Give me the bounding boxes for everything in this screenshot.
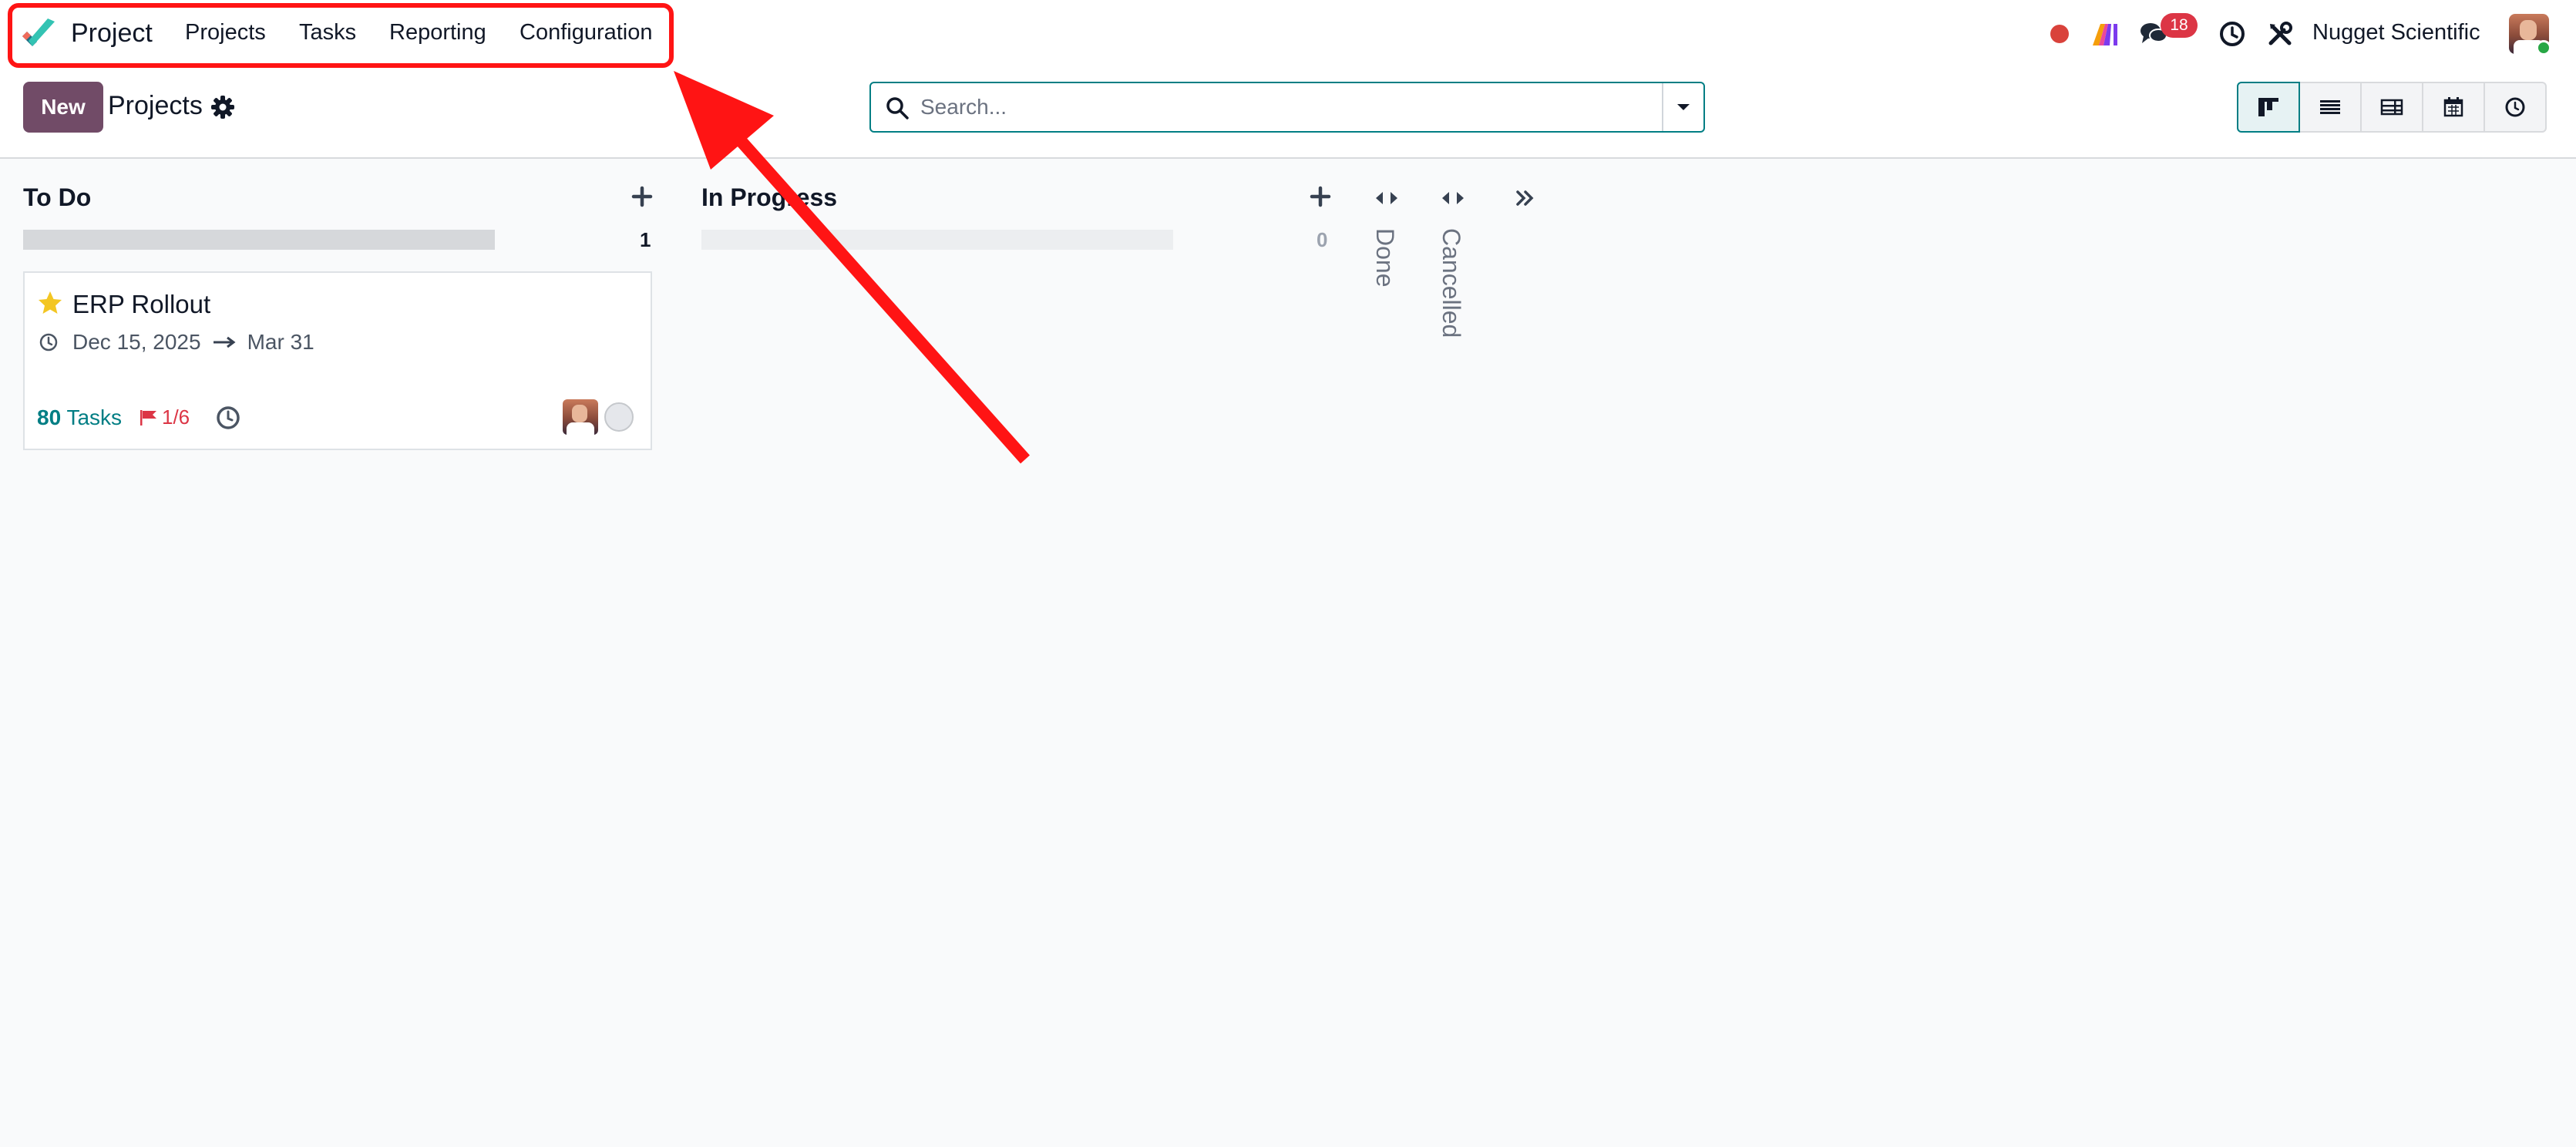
list-view-button[interactable] <box>2299 82 2362 133</box>
control-panel: New Projects <box>0 68 2576 159</box>
start-date: Dec 15, 2025 <box>72 330 201 354</box>
project-card[interactable]: ERP Rollout Dec 15, 2025 Mar 31 80 Tasks… <box>23 271 652 450</box>
column-progress-todo[interactable] <box>23 230 495 250</box>
search-options-toggle[interactable] <box>1662 83 1703 131</box>
search-bar <box>869 82 1705 133</box>
menu-highlight-box <box>8 3 674 68</box>
messages-count-badge: 18 <box>2161 13 2198 38</box>
clock-icon <box>2505 97 2525 117</box>
project-dates: Dec 15, 2025 Mar 31 <box>39 330 325 355</box>
activity-view-button[interactable] <box>2484 82 2547 133</box>
tasks-label: Tasks <box>66 405 123 429</box>
column-count-in-progress: 0 <box>1317 228 1328 251</box>
caret-down-icon <box>1677 104 1690 110</box>
annotation-arrow <box>674 71 1030 464</box>
column-count-todo: 1 <box>640 228 651 251</box>
end-date: Mar 31 <box>247 330 314 354</box>
milestone-indicator[interactable]: 1/6 <box>139 405 190 429</box>
add-to-in-progress-icon[interactable] <box>1309 185 1332 208</box>
ai-assistant-icon[interactable] <box>2090 17 2121 51</box>
favorite-star-icon[interactable] <box>37 290 63 316</box>
expand-done-icon[interactable] <box>1374 187 1400 210</box>
column-progress-in-progress[interactable] <box>701 230 1173 250</box>
milestone-progress: 1/6 <box>162 405 190 429</box>
project-title: ERP Rollout <box>72 290 211 318</box>
debug-tools-icon[interactable] <box>2265 17 2295 51</box>
activity-clock-icon[interactable] <box>2217 17 2248 51</box>
top-navbar: Project Projects Tasks Reporting Configu… <box>0 0 2576 68</box>
breadcrumb: Projects <box>108 91 203 120</box>
search-icon <box>886 97 909 119</box>
add-to-todo-icon[interactable] <box>631 185 654 208</box>
column-title-todo[interactable]: To Do <box>23 183 91 212</box>
online-status-icon <box>2536 40 2551 56</box>
flag-icon <box>140 409 156 426</box>
expand-cancelled-icon[interactable] <box>1440 187 1466 210</box>
arrow-right-icon <box>213 336 236 348</box>
clock-icon <box>39 333 58 352</box>
gear-icon[interactable] <box>210 94 236 120</box>
view-switcher <box>2237 82 2547 133</box>
project-manager-avatar[interactable] <box>563 399 598 435</box>
list-detail-view-button[interactable] <box>2360 82 2423 133</box>
calendar-icon <box>2443 97 2463 117</box>
chevron-double-right-icon[interactable] <box>1512 187 1539 210</box>
project-status-indicator[interactable] <box>604 402 634 432</box>
tasks-count: 80 <box>37 405 62 429</box>
folded-column-done[interactable]: Done <box>1370 228 1399 288</box>
search-input[interactable] <box>920 91 1614 123</box>
kanban-view-button[interactable] <box>2237 82 2300 133</box>
kanban-icon <box>2258 98 2278 116</box>
recording-indicator[interactable] <box>2050 25 2069 43</box>
list-icon <box>2320 100 2340 114</box>
new-button[interactable]: New <box>23 82 103 133</box>
tasks-link[interactable]: 80 Tasks <box>37 405 122 430</box>
list-detail-icon <box>2380 99 2403 116</box>
calendar-view-button[interactable] <box>2422 82 2485 133</box>
folded-column-cancelled[interactable]: Cancelled <box>1437 228 1465 338</box>
activity-clock-icon[interactable] <box>214 404 242 432</box>
company-switcher[interactable]: Nugget Scientific <box>2312 20 2480 45</box>
column-title-in-progress[interactable]: In Progress <box>701 183 837 212</box>
